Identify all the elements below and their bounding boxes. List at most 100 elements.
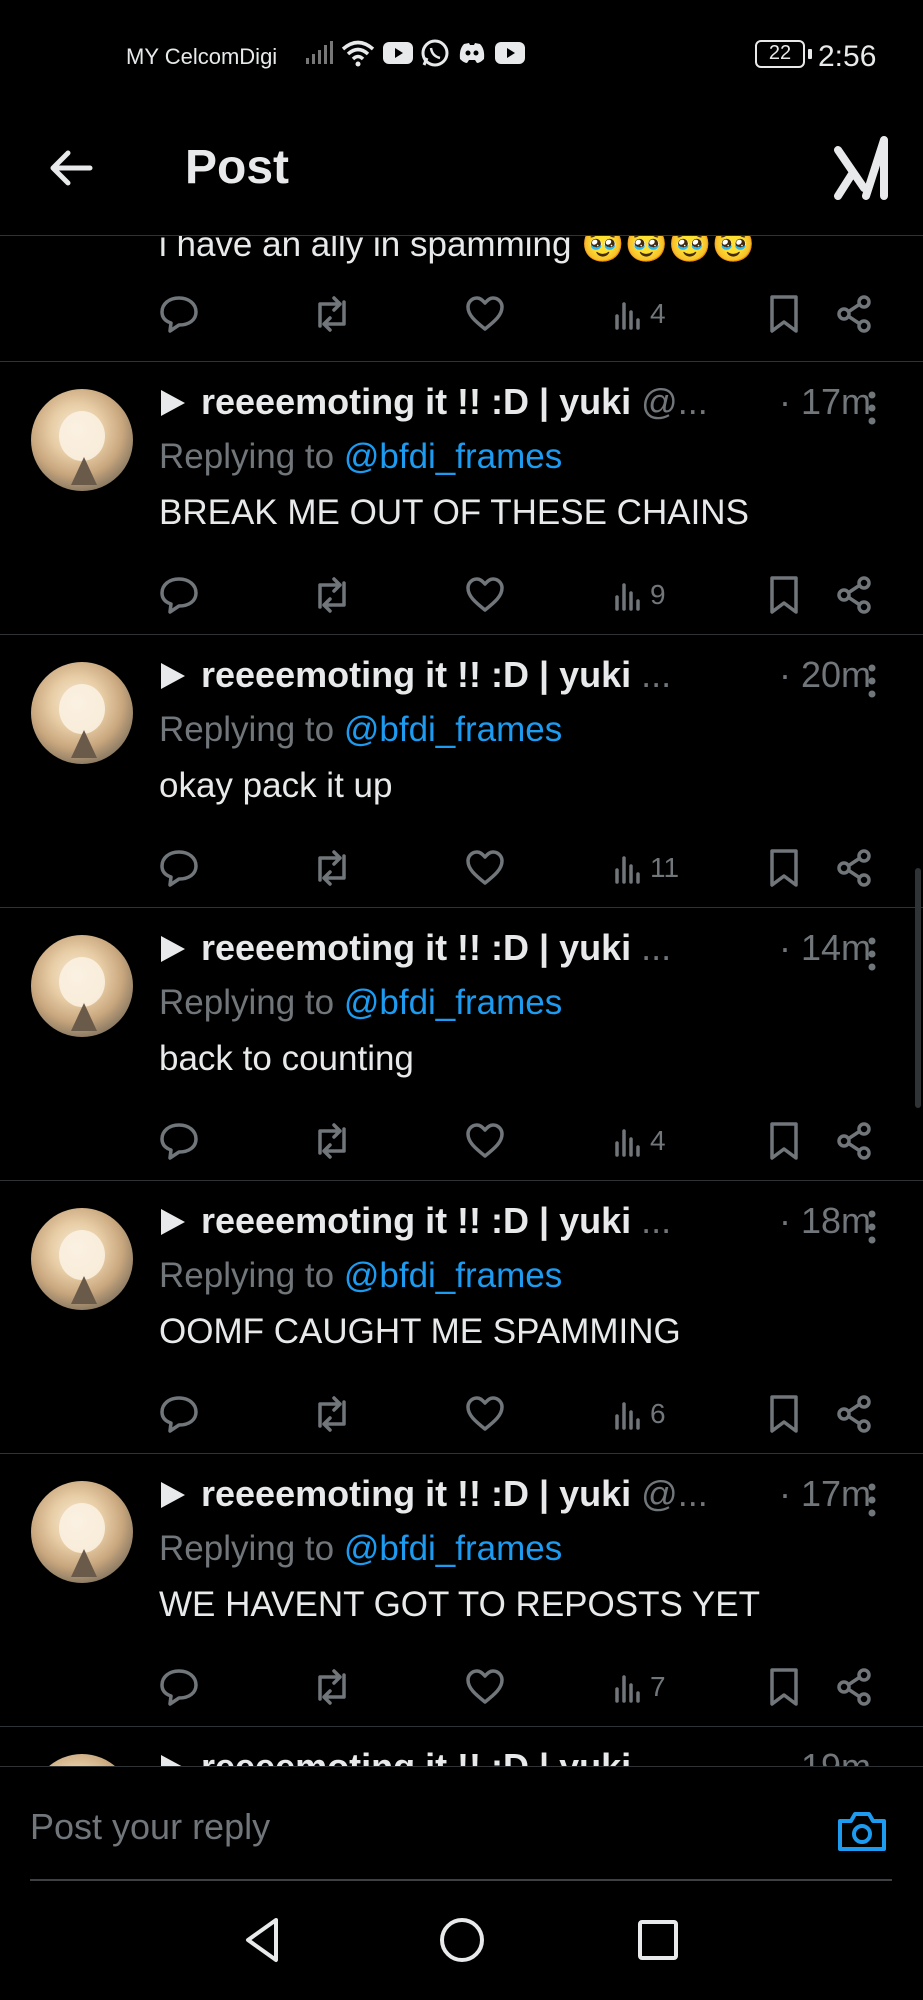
tweet[interactable]: reeeemoting it !! :D | yuki 19m [0,1728,923,1766]
view-count-value: 6 [650,1398,666,1429]
repost-icon[interactable] [310,1392,354,1436]
share-icon[interactable] [832,846,876,890]
avatar[interactable] [31,1208,133,1310]
reply-icon[interactable] [157,1665,201,1709]
share-icon[interactable] [832,573,876,617]
scrollbar[interactable] [915,868,921,1108]
reply-icon[interactable] [157,1119,201,1163]
tweet[interactable]: reeeemoting it !! :D | yuki @... · 17m R… [0,1455,923,1727]
avatar[interactable] [31,1754,133,1766]
tweet-header: reeeemoting it !! :D | yuki ... [161,1200,881,1246]
like-icon[interactable] [463,292,507,336]
tweet-header: reeeemoting it !! :D | yuki @... [161,381,881,427]
repost-icon[interactable] [310,1119,354,1163]
more-options-icon[interactable] [867,1483,877,1517]
view-count[interactable]: 4 [614,1119,666,1163]
reply-feed[interactable]: i have an ally in spamming 🥹🥹🥹🥹 4 reeeem… [0,236,923,1766]
camera-button[interactable] [836,1807,888,1855]
mention-link[interactable]: @bfdi_frames [344,437,562,476]
bookmark-icon[interactable] [762,1665,806,1709]
bookmark-icon[interactable] [762,1119,806,1163]
user-handle[interactable]: ... [641,654,671,695]
reply-icon[interactable] [157,573,201,617]
display-name[interactable]: reeeemoting it !! :D | yuki [201,381,631,422]
share-icon[interactable] [832,292,876,336]
view-count[interactable]: 4 [614,292,666,336]
reply-input[interactable] [30,1805,790,1849]
tweet-header: reeeemoting it !! :D | yuki @... [161,1473,881,1519]
user-handle[interactable]: ... [641,927,671,968]
like-icon[interactable] [463,846,507,890]
like-icon[interactable] [463,1665,507,1709]
tweet[interactable]: reeeemoting it !! :D | yuki ... · 14m Re… [0,909,923,1181]
tweet-text: WE HAVENT GOT TO REPOSTS YET [159,1585,760,1624]
mention-link[interactable]: @bfdi_frames [344,1256,562,1295]
repost-icon[interactable] [310,1665,354,1709]
display-name[interactable]: reeeemoting it !! :D | yuki [201,1200,631,1241]
display-name[interactable]: reeeemoting it !! :D | yuki [201,927,631,968]
avatar[interactable] [31,389,133,491]
views-icon [615,1129,640,1157]
avatar[interactable] [31,1481,133,1583]
bookmark-icon[interactable] [762,1392,806,1436]
repost-icon[interactable] [310,292,354,336]
user-handle[interactable]: ... [641,1200,671,1241]
avatar[interactable] [31,935,133,1037]
replying-to: Replying to @bfdi_frames [159,710,562,750]
mention-link[interactable]: @bfdi_frames [344,710,562,749]
bookmark-icon[interactable] [762,573,806,617]
like-icon[interactable] [463,1119,507,1163]
input-underline [30,1879,892,1881]
more-options-icon[interactable] [867,937,877,971]
bookmark-icon[interactable] [762,292,806,336]
view-count-value: 9 [650,579,666,610]
like-icon[interactable] [463,573,507,617]
back-triangle-icon[interactable] [236,1912,292,1968]
recents-square-icon[interactable] [630,1912,686,1968]
repost-icon[interactable] [310,573,354,617]
avatar[interactable] [31,662,133,764]
tweet-text: BREAK ME OUT OF THESE CHAINS [159,493,749,532]
tweet[interactable]: reeeemoting it !! :D | yuki @... · 17m R… [0,363,923,635]
tweet-actions: 7 [0,1665,923,1709]
display-name[interactable]: reeeemoting it !! :D | yuki [201,1473,631,1514]
home-circle-icon[interactable] [434,1912,490,1968]
share-icon[interactable] [832,1119,876,1163]
battery-indicator: 22 [755,40,812,68]
grok-icon [834,136,888,200]
share-icon[interactable] [832,1392,876,1436]
view-count[interactable]: 7 [614,1665,666,1709]
reply-icon[interactable] [157,1392,201,1436]
repost-icon[interactable] [310,846,354,890]
tweet-partial[interactable]: i have an ally in spamming 🥹🥹🥹🥹 4 [0,236,923,362]
share-icon[interactable] [832,1665,876,1709]
view-count[interactable]: 11 [614,846,679,890]
page-title: Post [185,141,290,194]
user-handle[interactable]: @... [641,1473,708,1514]
replying-to: Replying to @bfdi_frames [159,437,562,477]
view-count[interactable]: 6 [614,1392,666,1436]
more-options-icon[interactable] [867,1210,877,1244]
views-icon [615,1675,640,1703]
tweet-text: i have an ally in spamming 🥹🥹🥹🥹 [159,236,756,264]
reply-composer [0,1766,923,1882]
more-options-icon[interactable] [867,391,877,425]
like-icon[interactable] [463,1392,507,1436]
display-name[interactable]: reeeemoting it !! :D | yuki [201,1746,631,1766]
tweet[interactable]: reeeemoting it !! :D | yuki ... · 20m Re… [0,636,923,908]
status-icons [304,38,526,68]
grok-button[interactable] [832,136,892,200]
reply-icon[interactable] [157,846,201,890]
reply-icon[interactable] [157,292,201,336]
back-button[interactable] [44,140,100,196]
replying-to: Replying to @bfdi_frames [159,1256,562,1296]
mention-link[interactable]: @bfdi_frames [344,1529,562,1568]
user-handle[interactable]: @... [641,381,708,422]
mention-link[interactable]: @bfdi_frames [344,983,562,1022]
system-nav-bar [0,1882,923,2000]
tweet[interactable]: reeeemoting it !! :D | yuki ... · 18m Re… [0,1182,923,1454]
display-name[interactable]: reeeemoting it !! :D | yuki [201,654,631,695]
more-options-icon[interactable] [867,664,877,698]
view-count[interactable]: 9 [614,573,666,617]
bookmark-icon[interactable] [762,846,806,890]
